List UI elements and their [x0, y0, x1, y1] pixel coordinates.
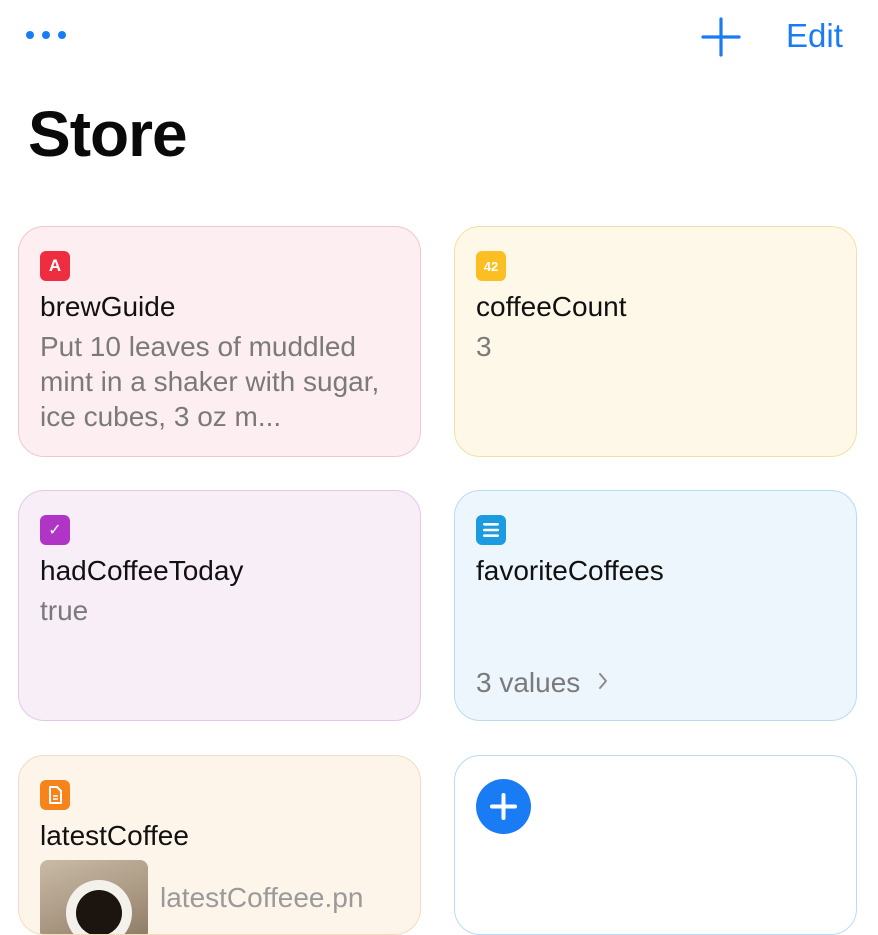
plus-icon: [701, 17, 741, 57]
variable-card-coffee-count[interactable]: 42 coffeeCount 3: [454, 226, 857, 457]
variable-name: latestCoffee: [40, 820, 189, 851]
variable-card-favorite-coffees[interactable]: favoriteCoffees 3 values: [454, 490, 857, 721]
variable-card-had-coffee-today[interactable]: ✓ hadCoffeeToday true: [18, 490, 421, 721]
add-button[interactable]: [700, 16, 742, 58]
file-name: latestCoffeee.pn: [160, 882, 364, 913]
ellipsis-icon: [26, 31, 34, 39]
variable-card-latest-coffee[interactable]: latestCoffee latestCoffeee.pn: [18, 755, 421, 935]
add-variable-card[interactable]: [454, 755, 857, 935]
text-type-icon: A: [40, 251, 70, 281]
nav-bar: Edit: [0, 0, 878, 80]
plus-circle-icon: [476, 779, 531, 834]
edit-button[interactable]: Edit: [786, 14, 843, 58]
variable-value: true: [40, 595, 89, 626]
values-count-link[interactable]: 3 values: [476, 665, 610, 701]
variable-name: favoriteCoffees: [476, 555, 664, 586]
variable-name: coffeeCount: [476, 291, 627, 322]
variable-name: brewGuide: [40, 291, 176, 322]
list-type-icon: [476, 515, 506, 545]
number-type-icon: 42: [476, 251, 506, 281]
chevron-right-icon: [599, 673, 608, 689]
ellipsis-icon-dot: [42, 31, 50, 39]
variable-value: 3: [476, 331, 492, 362]
variable-card-brew-guide[interactable]: A brewGuide Put 10 leaves of muddled min…: [18, 226, 421, 457]
values-count: 3 values: [476, 667, 581, 698]
page-title: Store: [28, 98, 188, 170]
variable-value: Put 10 leaves of muddled mint in a shake…: [40, 331, 380, 432]
image-thumbnail: [40, 860, 148, 934]
more-options-button[interactable]: [26, 26, 74, 44]
checkbox-type-icon: ✓: [40, 515, 70, 545]
variable-name: hadCoffeeToday: [40, 555, 244, 586]
file-type-icon: [40, 780, 70, 810]
ellipsis-icon-dot: [58, 31, 66, 39]
coffee-image-fill: [76, 890, 122, 934]
